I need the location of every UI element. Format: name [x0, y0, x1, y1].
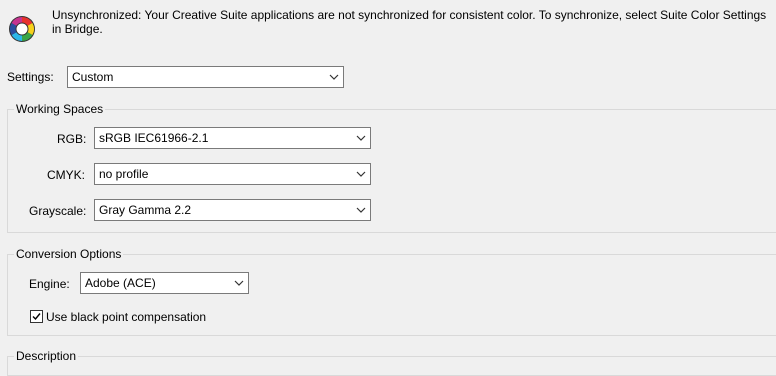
color-sync-wheel-icon — [9, 16, 35, 42]
checkmark-icon — [32, 313, 41, 321]
rgb-value: sRGB IEC61966-2.1 — [99, 131, 209, 145]
rgb-dropdown[interactable]: sRGB IEC61966-2.1 — [94, 127, 371, 149]
settings-label: Settings: — [7, 70, 54, 84]
cmyk-dropdown[interactable]: no profile — [94, 163, 371, 185]
chevron-down-icon — [356, 207, 366, 213]
rgb-label: RGB: — [57, 132, 87, 146]
chevron-down-icon — [356, 135, 366, 141]
engine-label: Engine: — [29, 277, 70, 291]
grayscale-value: Gray Gamma 2.2 — [99, 203, 192, 217]
cmyk-value: no profile — [99, 167, 149, 181]
working-spaces-title: Working Spaces — [14, 102, 106, 116]
sync-warning-message: Unsynchronized: Your Creative Suite appl… — [52, 8, 767, 36]
settings-value: Custom — [72, 70, 114, 84]
description-title: Description — [14, 349, 79, 363]
settings-dropdown[interactable]: Custom — [67, 66, 344, 88]
engine-dropdown[interactable]: Adobe (ACE) — [80, 272, 249, 294]
chevron-down-icon — [234, 280, 244, 286]
black-point-label[interactable]: Use black point compensation — [46, 310, 206, 324]
chevron-down-icon — [356, 171, 366, 177]
grayscale-label: Grayscale: — [29, 204, 87, 218]
description-group — [7, 356, 776, 376]
black-point-checkbox[interactable] — [30, 310, 43, 323]
grayscale-dropdown[interactable]: Gray Gamma 2.2 — [94, 199, 371, 221]
engine-value: Adobe (ACE) — [85, 276, 156, 290]
chevron-down-icon — [329, 74, 339, 80]
conversion-options-title: Conversion Options — [14, 247, 124, 261]
cmyk-label: CMYK: — [47, 168, 86, 182]
